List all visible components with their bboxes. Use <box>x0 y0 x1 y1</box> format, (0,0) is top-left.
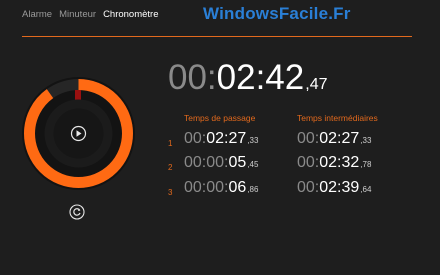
tab-chronometre[interactable]: Chronomètre <box>103 9 158 20</box>
lap-split-time: 00:02:39,64 <box>297 179 372 196</box>
lap-passage-time: 00:00:05,45 <box>184 154 259 171</box>
elapsed-hours: 00: <box>168 58 217 97</box>
tab-minuteur[interactable]: Minuteur <box>59 9 96 20</box>
lap-split-time: 00:02:32,78 <box>297 154 372 171</box>
column-header-split: Temps intermédiaires <box>297 113 378 123</box>
elapsed-time: 00:02:42,47 <box>168 58 328 98</box>
lap-index: 3 <box>168 188 173 197</box>
column-header-passage: Temps de passage <box>184 113 256 123</box>
elapsed-minutes-seconds: 02:42 <box>216 58 305 97</box>
lap-passage-time: 00:02:27,33 <box>184 130 259 147</box>
header-divider <box>22 36 412 37</box>
tab-bar: Alarme Minuteur Chronomètre <box>22 9 159 20</box>
lap-index: 2 <box>168 163 173 172</box>
reset-button[interactable] <box>69 204 85 220</box>
elapsed-hundredths: ,47 <box>305 76 328 93</box>
lap-passage-time: 00:00:06,86 <box>184 179 259 196</box>
lap-split-time: 00:02:27,33 <box>297 130 372 147</box>
lap-index: 1 <box>168 139 173 148</box>
watermark-text: WindowsFacile.Fr <box>203 4 351 23</box>
stopwatch-ring <box>22 77 135 190</box>
tab-alarme[interactable]: Alarme <box>22 9 52 20</box>
